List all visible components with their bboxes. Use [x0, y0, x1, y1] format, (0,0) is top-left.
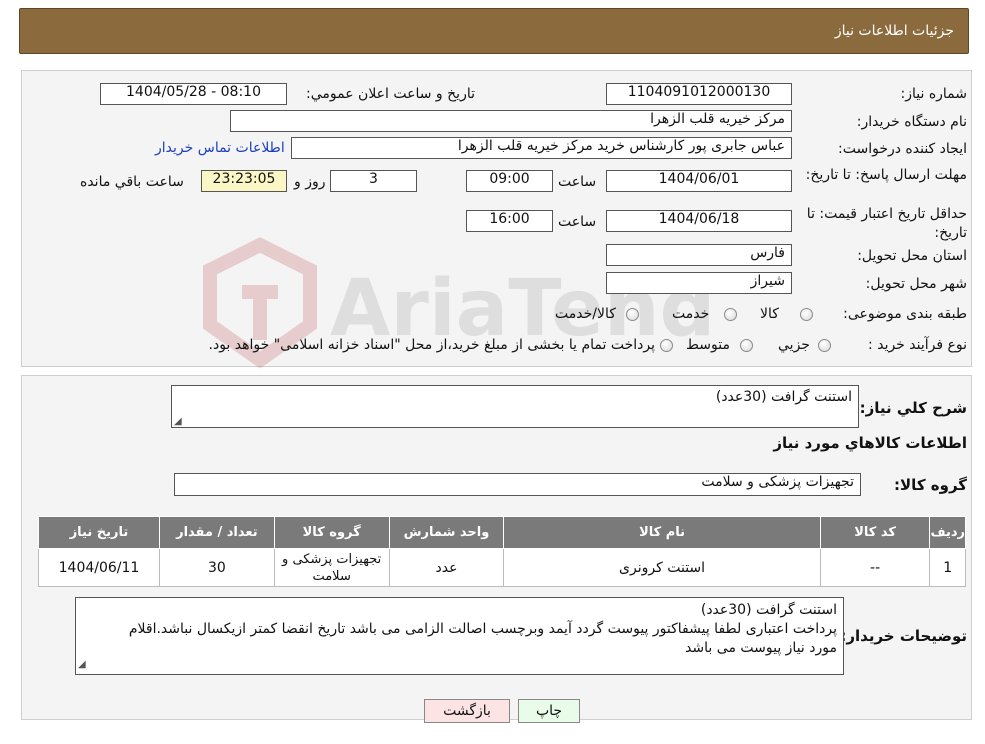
announce-field: 1404/05/28 - 08:10 — [100, 83, 287, 105]
page-header: جزئیات اطلاعات نیاز — [19, 8, 969, 54]
validity-time-label: ساعت — [558, 214, 597, 230]
col-item-name: نام کالا — [503, 516, 821, 549]
summary-text: استنت گرافت (30عدد) — [715, 389, 852, 405]
cell-row-number: 1 — [929, 548, 966, 587]
deadline-date-field: 1404/06/01 — [606, 170, 792, 192]
cell-quantity: 30 — [158, 548, 275, 587]
category-radio-goods[interactable] — [800, 308, 813, 321]
buyer-notes-line-3: مورد نیاز پیوست می باشد — [685, 640, 837, 656]
resize-grip-icon[interactable]: ◢ — [78, 655, 86, 674]
buyer-org-field: مرکز خیریه قلب الزهرا — [230, 110, 792, 132]
buyer-contact-link[interactable]: اطلاعات تماس خريدار — [155, 140, 285, 156]
days-label: روز و — [294, 174, 326, 190]
deadline-time-label: ساعت — [558, 174, 597, 190]
col-row-number: رديف — [929, 516, 966, 549]
need-number-field: 1104091012000130 — [606, 83, 792, 105]
creator-field: عباس جابری پور کارشناس خرید مرکز خیریه ق… — [291, 137, 792, 159]
validity-label: حداقل تاريخ اعتبار قيمت: تا تاريخ: — [806, 206, 967, 241]
process-radio-minor[interactable] — [818, 339, 831, 352]
remaining-time-label: ساعت باقي مانده — [80, 174, 184, 190]
province-field: فارس — [606, 244, 792, 266]
announce-label: تاريخ و ساعت اعلان عمومي: — [306, 86, 475, 102]
buyer-notes-line-2: پرداخت اعتباری لطفا پیشفاکتور پیوست گردد… — [128, 621, 837, 637]
deadline-time-field: 09:00 — [466, 170, 553, 192]
category-option-service: خدمت — [672, 306, 710, 322]
process-radio-medium[interactable] — [740, 339, 753, 352]
col-item-code: کد کالا — [819, 516, 931, 549]
buyer-notes-textarea: استنت گرافت (30عدد) پرداخت اعتباری لطفا … — [75, 597, 844, 675]
process-note: پرداخت تمام يا بخشی از مبلغ خريد،از محل … — [208, 337, 655, 353]
buyer-notes-label: توضيحات خريدار: — [840, 627, 967, 645]
print-button[interactable]: چاپ — [518, 699, 580, 723]
summary-label: شرح کلي نياز: — [859, 399, 967, 417]
category-label: طبقه بندی موضوعی: — [843, 306, 967, 322]
back-button[interactable]: بازگشت — [424, 699, 510, 723]
validity-time-field: 16:00 — [466, 210, 553, 232]
items-table: رديف کد کالا نام کالا واحد شمارش گروه کا… — [38, 516, 966, 587]
col-unit: واحد شمارش — [388, 516, 505, 549]
process-treasury-checkbox[interactable] — [660, 339, 673, 352]
category-radio-goods-service[interactable] — [626, 308, 639, 321]
col-need-date: تاريخ نياز — [38, 516, 160, 549]
col-item-group: گروه کالا — [273, 516, 390, 549]
need-number-label: شماره نياز: — [900, 86, 968, 102]
cell-need-date: 1404/06/11 — [38, 548, 160, 587]
category-option-goods: کالا — [760, 306, 779, 322]
city-field: شیراز — [606, 272, 792, 294]
remaining-time-field: 23:23:05 — [201, 170, 287, 192]
process-option-medium: متوسط — [686, 337, 730, 353]
goods-group-field: تجهیزات پزشکی و سلامت — [174, 473, 861, 496]
category-option-goods-service: کالا/خدمت — [555, 306, 616, 322]
items-heading: اطلاعات کالاهاي مورد نياز — [773, 434, 967, 452]
summary-textarea: استنت گرافت (30عدد) ◢ — [171, 385, 859, 428]
resize-grip-icon[interactable]: ◢ — [174, 416, 182, 427]
category-radio-service[interactable] — [724, 308, 737, 321]
cell-item-code: -- — [819, 548, 931, 587]
items-table-header: رديف کد کالا نام کالا واحد شمارش گروه کا… — [38, 516, 966, 549]
col-quantity: تعداد / مقدار — [158, 516, 275, 549]
buyer-notes-line-1: استنت گرافت (30عدد) — [700, 602, 837, 618]
validity-date-field: 1404/06/18 — [606, 210, 792, 232]
cell-item-group: تجهیزات پزشکی و سلامت — [273, 548, 390, 587]
table-row: 1 -- استنت کرونری عدد تجهیزات پزشکی و سل… — [38, 548, 966, 587]
cell-item-name: استنت کرونری — [503, 548, 821, 587]
province-label: استان محل تحويل: — [857, 248, 967, 264]
process-label: نوع فرآيند خريد : — [868, 337, 967, 353]
goods-group-label: گروه کالا: — [894, 476, 967, 494]
deadline-label: مهلت ارسال پاسخ: تا تاريخ: — [805, 167, 967, 183]
city-label: شهر محل تحويل: — [865, 276, 967, 292]
days-field: 3 — [330, 170, 417, 192]
process-option-minor: جزيي — [778, 337, 810, 353]
creator-label: ايجاد کننده درخواست: — [838, 141, 967, 157]
page-title: جزئیات اطلاعات نیاز — [834, 23, 954, 39]
cell-unit: عدد — [388, 548, 505, 587]
buyer-org-label: نام دستگاه خريدار: — [856, 114, 967, 130]
